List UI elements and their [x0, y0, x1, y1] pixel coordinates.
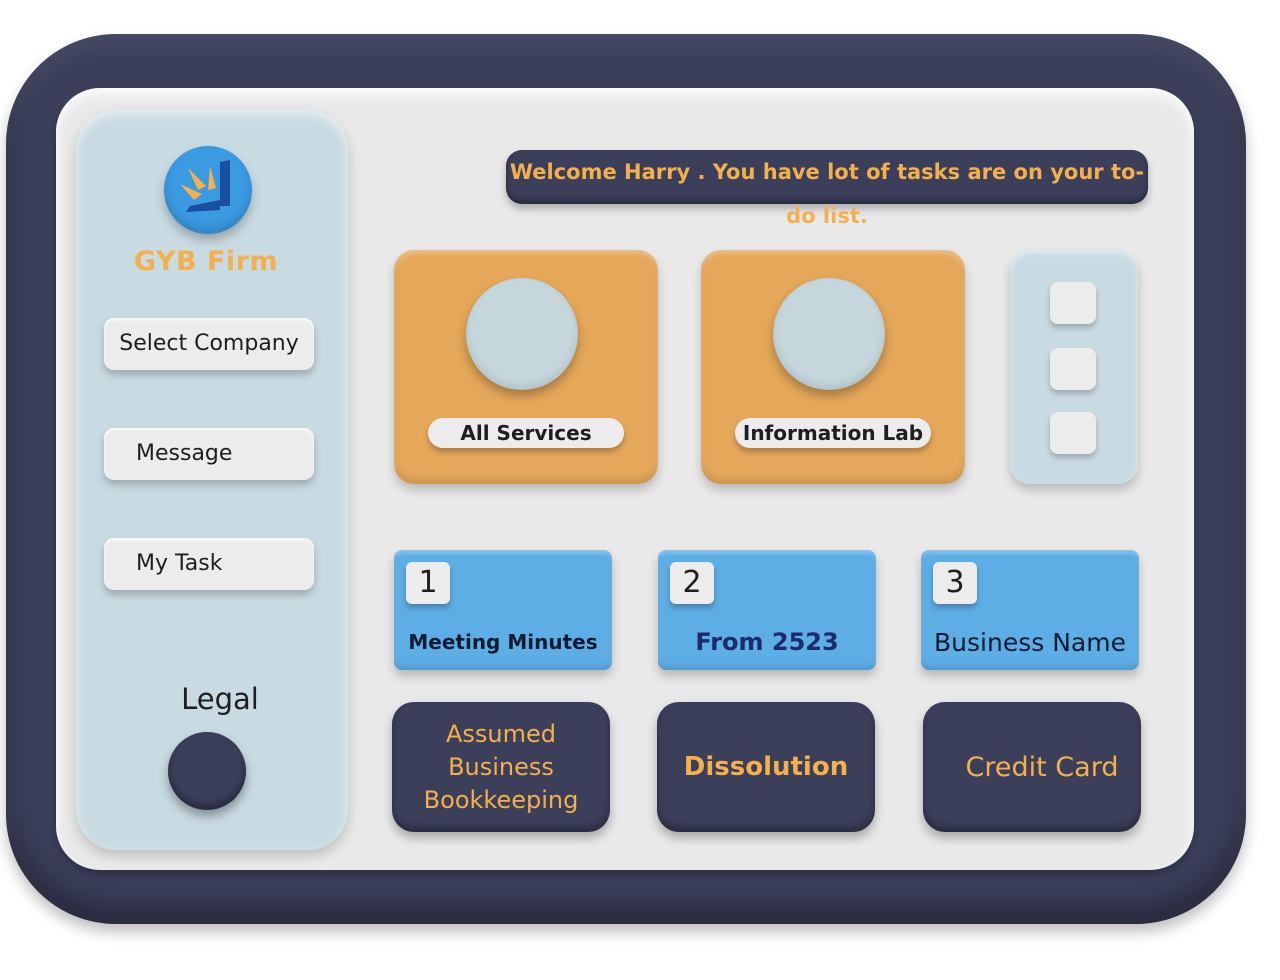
select-company-button[interactable]: Select Company — [104, 318, 314, 370]
from-2523-tile[interactable]: 2 From 2523 — [658, 550, 876, 670]
quick-action-button-2[interactable] — [1050, 348, 1096, 390]
legal-label: Legal — [181, 682, 259, 716]
meeting-minutes-tile[interactable]: 1 Meeting Minutes — [394, 550, 612, 670]
tile-label: Assumed Business Bookkeeping — [423, 719, 579, 814]
welcome-banner: Welcome Harry . You have lot of tasks ar… — [506, 150, 1148, 228]
tile-number-badge: 2 — [670, 562, 714, 604]
brand-name: GYB Firm — [133, 246, 279, 277]
tile-label: Business Name — [934, 628, 1126, 657]
legal-button[interactable] — [168, 732, 246, 810]
logo-mark-icon — [180, 160, 230, 212]
quick-action-button-3[interactable] — [1050, 412, 1096, 454]
tile-number-badge: 3 — [933, 562, 977, 604]
dissolution-tile[interactable]: Dissolution — [657, 702, 875, 832]
all-services-card[interactable]: All Services — [394, 250, 658, 484]
information-lab-icon — [773, 278, 885, 390]
all-services-label: All Services — [428, 418, 624, 448]
assumed-business-bookkeeping-tile[interactable]: Assumed Business Bookkeeping — [392, 702, 610, 832]
information-lab-label: Information Lab — [735, 418, 931, 448]
logo — [164, 146, 252, 234]
tile-number-badge: 1 — [406, 562, 450, 604]
tile-label: From 2523 — [695, 628, 839, 656]
message-button[interactable]: Message — [104, 428, 314, 480]
information-lab-card[interactable]: Information Lab — [701, 250, 965, 484]
business-name-tile[interactable]: 3 Business Name — [921, 550, 1139, 670]
all-services-icon — [466, 278, 578, 390]
quick-actions-panel — [1010, 250, 1138, 484]
tile-label: Credit Card — [965, 751, 1119, 783]
tile-label: Dissolution — [683, 752, 849, 782]
credit-card-tile[interactable]: Credit Card — [923, 702, 1141, 832]
tile-label: Meeting Minutes — [408, 630, 598, 654]
quick-action-button-1[interactable] — [1050, 282, 1096, 324]
my-task-button[interactable]: My Task — [104, 538, 314, 590]
